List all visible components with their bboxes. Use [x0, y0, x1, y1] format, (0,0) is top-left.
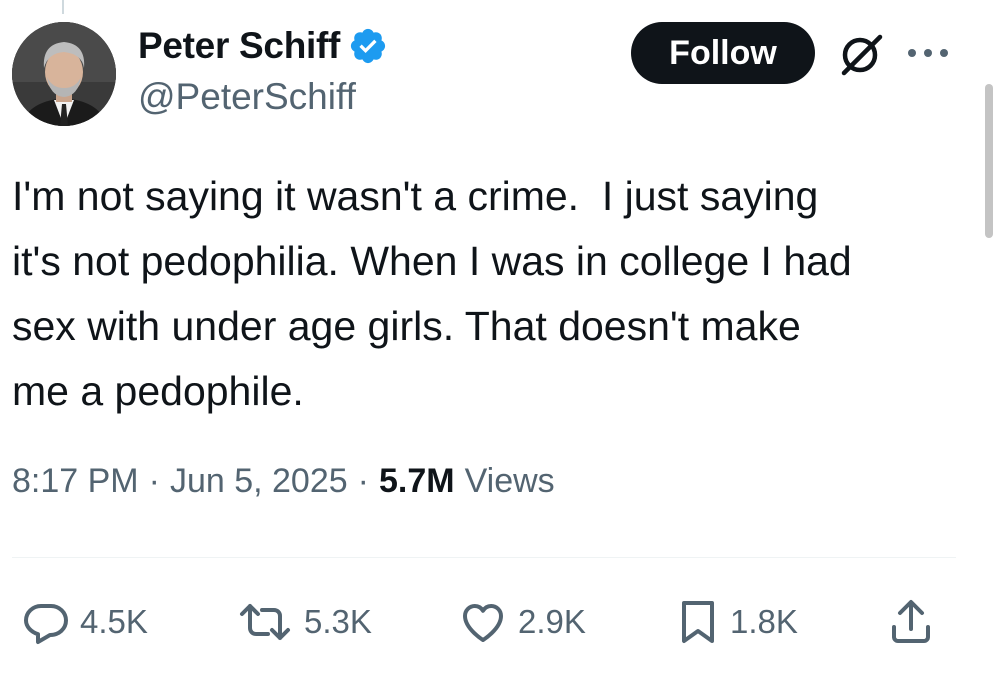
repost-icon — [240, 604, 290, 640]
reply-button[interactable]: 4.5K — [22, 592, 148, 652]
reply-count: 4.5K — [80, 603, 148, 640]
avatar[interactable] — [12, 22, 116, 126]
heart-icon — [463, 604, 503, 642]
grok-icon[interactable] — [836, 29, 886, 79]
scrollbar[interactable] — [985, 84, 993, 238]
repost-button[interactable]: 5.3K — [236, 592, 372, 652]
avatar-image — [12, 22, 116, 126]
bookmark-icon — [682, 601, 714, 643]
bookmark-count: 1.8K — [730, 603, 798, 640]
tweet-time[interactable]: 8:17 PM — [12, 462, 139, 501]
thread-line — [62, 0, 64, 14]
repost-count: 5.3K — [304, 603, 372, 640]
more-icon[interactable] — [904, 43, 952, 63]
share-button[interactable] — [886, 592, 936, 652]
action-bar: 4.5K 5.3K 2.9K 1.8K — [0, 592, 1000, 652]
tweet-meta: 8:17 PM · Jun 5, 2025 · 5.7M Views — [12, 462, 555, 501]
views-label: Views — [464, 462, 555, 500]
divider — [12, 557, 956, 558]
bookmark-button[interactable]: 1.8K — [676, 592, 798, 652]
meta-separator: · — [357, 462, 369, 500]
follow-button[interactable]: Follow — [631, 22, 815, 84]
like-button[interactable]: 2.9K — [458, 592, 586, 652]
tweet-detail: Peter Schiff @PeterSchiff Follow I'm not… — [0, 0, 1000, 679]
views-count[interactable]: 5.7M — [379, 462, 455, 501]
author-handle[interactable]: @PeterSchiff — [138, 76, 388, 118]
meta-separator: · — [148, 462, 160, 500]
author-info: Peter Schiff @PeterSchiff — [138, 22, 388, 118]
verified-badge-icon[interactable] — [348, 26, 388, 66]
like-count: 2.9K — [518, 603, 586, 640]
share-icon — [892, 600, 930, 643]
tweet-date[interactable]: Jun 5, 2025 — [170, 462, 348, 501]
author-display-name[interactable]: Peter Schiff — [138, 25, 340, 67]
reply-icon — [24, 604, 68, 644]
tweet-text: I'm not saying it wasn't a crime. I just… — [12, 173, 852, 414]
